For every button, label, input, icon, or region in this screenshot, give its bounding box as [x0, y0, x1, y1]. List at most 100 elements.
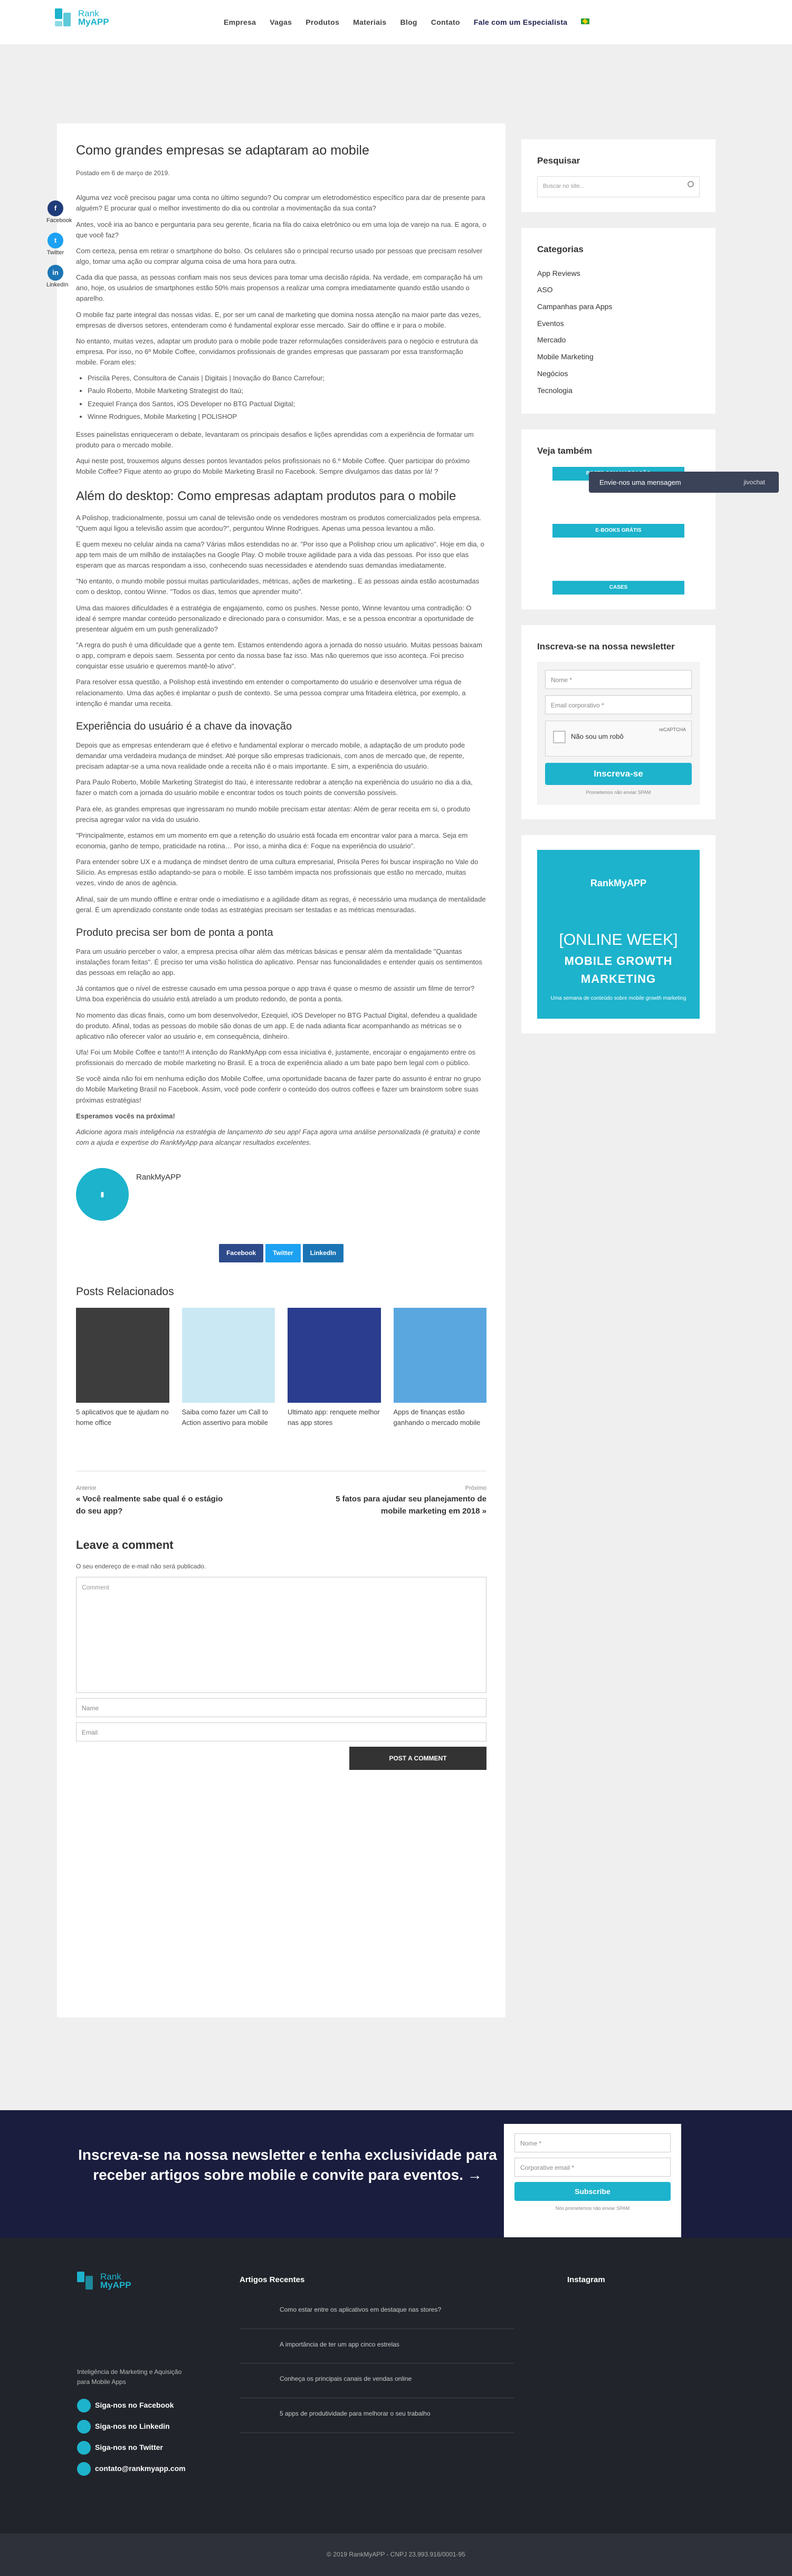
related-card-title[interactable]: Ultimato app: renquete melhor nas app st… — [288, 1407, 381, 1428]
share-sidebar: f Facebook t Twitter in LinkedIn — [46, 200, 73, 297]
copyright: © 2019 RankMyAPP - CNPJ 23.993.916/0001-… — [0, 2533, 792, 2576]
share-facebook[interactable]: f Facebook — [46, 200, 72, 225]
paragraph: Depois que as empresas entenderam que é … — [76, 741, 465, 771]
name-field[interactable]: Name — [76, 1698, 486, 1717]
related-card[interactable]: Apps de finanças estão ganhando o mercad… — [393, 1308, 487, 1428]
recent-title: Artigos Recentes — [240, 2275, 305, 2284]
ebooks-button[interactable]: E-BOOKS GRÁTIS — [552, 523, 684, 538]
nav-materiais[interactable]: Materiais — [353, 17, 386, 28]
related-card-title[interactable]: 5 aplicativos que te ajudam no home offi… — [76, 1407, 169, 1428]
ad-banner[interactable]: RankMyAPP [ONLINE WEEK] MOBILE GROWTH MA… — [537, 849, 700, 1019]
category-link[interactable]: Eventos — [537, 315, 700, 332]
spam-note: Prometemos não enviar SPAM — [586, 789, 651, 795]
nav-blog[interactable]: Blog — [400, 17, 417, 28]
share-twitter-button[interactable]: Twitter — [265, 1244, 301, 1262]
email-field[interactable]: Email — [76, 1722, 486, 1741]
footer-facebook-link[interactable]: Siga-nos no Facebook — [77, 2399, 186, 2412]
panelist-list: Priscila Peres, Consultora de Canais | D… — [88, 373, 486, 422]
paragraph: Esperamos vocês na próxima! — [76, 1112, 175, 1120]
name-field[interactable]: Nome * — [514, 2133, 671, 2152]
recaptcha: Não sou um robô reCAPTCHA — [545, 720, 692, 756]
next-title[interactable]: 5 fatos para ajudar seu planejamento de … — [328, 1493, 486, 1518]
name-field[interactable]: Nome * — [545, 669, 692, 689]
share-facebook-button[interactable]: Facebook — [219, 1244, 264, 1262]
category-link[interactable]: Mobile Marketing — [537, 349, 700, 366]
newsletter-band: Inscreva-se na nossa newsletter e tenha … — [0, 2110, 792, 2238]
section-heading: Além do desktop: Como empresas adaptam p… — [76, 489, 456, 504]
nav-produtos[interactable]: Produtos — [306, 17, 339, 28]
footer-tagline: Inteligência de Marketing e Aquisição pa… — [77, 2368, 182, 2386]
paragraph: Esses painelistas enriqueceram o debate,… — [76, 430, 474, 449]
captcha-checkbox[interactable] — [553, 730, 566, 743]
category-link[interactable]: App Reviews — [537, 265, 700, 282]
ad-line3: Uma semana de conteúdo sobre mobile grow… — [550, 995, 686, 1002]
recaptcha-logo: reCAPTCHA — [659, 726, 686, 732]
related-card-title[interactable]: Apps de finanças estão ganhando o mercad… — [394, 1407, 487, 1428]
related-card[interactable]: 5 aplicativos que te ajudam no home offi… — [76, 1308, 169, 1428]
paragraph: Antes, você iria ao banco e perguntaria … — [76, 220, 486, 239]
related-title: Posts Relacionados — [76, 1285, 174, 1298]
footer-twitter-link[interactable]: Siga-nos no Twitter — [77, 2441, 186, 2455]
category-link[interactable]: ASO — [537, 282, 700, 299]
share-linkedin[interactable]: in LinkedIn — [46, 265, 69, 290]
footer-email-link[interactable]: contato@rankmyapp.com — [77, 2462, 186, 2476]
recent-article-link[interactable]: Conheça os principais canais de vendas o… — [240, 2363, 514, 2399]
category-link[interactable]: Mercado — [537, 332, 700, 349]
related-card-title[interactable]: Saiba como fazer um Call to Action asser… — [182, 1407, 275, 1428]
paragraph: Com certeza, pensa em retirar o smartpho… — [76, 246, 483, 266]
chat-widget[interactable]: Envie-nos uma mensagem jivochat — [589, 472, 779, 493]
email-field[interactable]: Email corporativo * — [545, 695, 692, 714]
twitter-icon — [77, 2441, 91, 2455]
author-name[interactable]: RankMyAPP — [136, 1171, 181, 1183]
nav-vagas[interactable]: Vagas — [270, 17, 292, 28]
search-input[interactable]: Buscar no site... — [537, 176, 700, 198]
article: Como grandes empresas se adaptaram ao mo… — [46, 123, 505, 2017]
cases-button[interactable]: CASES — [552, 580, 684, 595]
comment-textarea[interactable]: Comment — [76, 1576, 486, 1693]
paragraph: Para ele, as grandes empresas que ingres… — [76, 805, 471, 823]
related-image[interactable] — [288, 1308, 381, 1403]
prev-post[interactable]: Anterior « Você realmente sabe qual é o e… — [76, 1484, 234, 1518]
recent-article-link[interactable]: A importância de ter um app cinco estrel… — [240, 2329, 514, 2364]
category-link[interactable]: Tecnologia — [537, 382, 700, 399]
band-form: Nome * Corporative email * Subscribe Nós… — [504, 2124, 681, 2237]
share-facebook-label: Facebook — [46, 217, 72, 224]
share-linkedin-button[interactable]: LinkedIn — [302, 1244, 343, 1262]
email-field[interactable]: Corporative email * — [514, 2158, 671, 2177]
recent-article-link[interactable]: Como estar entre os aplicativos em desta… — [240, 2294, 514, 2329]
paragraph: Cada dia que passa, as pessoas confiam m… — [76, 273, 483, 303]
footer-linkedin-link[interactable]: Siga-nos no Linkedin — [77, 2420, 186, 2434]
search-icon[interactable] — [688, 181, 694, 188]
related-card[interactable]: Ultimato app: renquete melhor nas app st… — [288, 1308, 381, 1428]
post-comment-button[interactable]: POST A COMMENT — [349, 1746, 486, 1770]
cta-paragraph[interactable]: Adicione agora mais inteligência na estr… — [76, 1127, 486, 1148]
logo[interactable]: Rank MyAPP — [55, 8, 109, 27]
related-image[interactable] — [76, 1308, 169, 1403]
next-post[interactable]: Próximo 5 fatos para ajudar seu planejame… — [328, 1484, 486, 1518]
newsletter-band-text: Inscreva-se na nossa newsletter e tenha … — [78, 2147, 497, 2183]
brazil-flag-icon[interactable] — [581, 18, 590, 24]
ad-logo: RankMyAPP — [590, 877, 647, 888]
subscribe-button[interactable]: Subscribe — [514, 2182, 671, 2201]
related-image[interactable] — [393, 1308, 486, 1403]
section-heading: Produto precisa ser bom de ponta a ponta — [76, 926, 273, 939]
comment-form: Leave a comment O seu endereço de e-mail… — [76, 1536, 486, 1770]
page-main: Como grandes empresas se adaptaram ao mo… — [0, 44, 792, 2107]
nav-especialista[interactable]: Fale com um Especialista — [474, 17, 568, 28]
related-image[interactable] — [182, 1308, 275, 1403]
related-card[interactable]: Saiba como fazer um Call to Action asser… — [182, 1308, 275, 1428]
prev-title[interactable]: « Você realmente sabe qual é o estágio d… — [76, 1493, 234, 1518]
recent-article-link[interactable]: 5 apps de produtividade para melhorar o … — [240, 2398, 514, 2433]
footer-logo[interactable]: Rank MyAPP — [77, 2272, 131, 2291]
ad-line2: MOBILE GROWTH MARKETING — [564, 954, 673, 986]
share-row: Facebook Twitter LinkedIn — [76, 1244, 486, 1262]
subscribe-button[interactable]: Inscreva-se — [545, 762, 692, 785]
category-link[interactable]: Negócios — [537, 366, 700, 382]
category-link[interactable]: Campanhas para Apps — [537, 299, 700, 315]
ad-line1: [ONLINE WEEK] — [559, 931, 678, 949]
paragraph: Já contamos que o nível de estresse caus… — [76, 984, 475, 1003]
share-twitter[interactable]: t Twitter — [46, 233, 64, 257]
nav-contato[interactable]: Contato — [431, 17, 460, 28]
nav-empresa[interactable]: Empresa — [224, 17, 256, 28]
paragraph: "A regra do push é uma dificuldade que a… — [76, 641, 482, 671]
